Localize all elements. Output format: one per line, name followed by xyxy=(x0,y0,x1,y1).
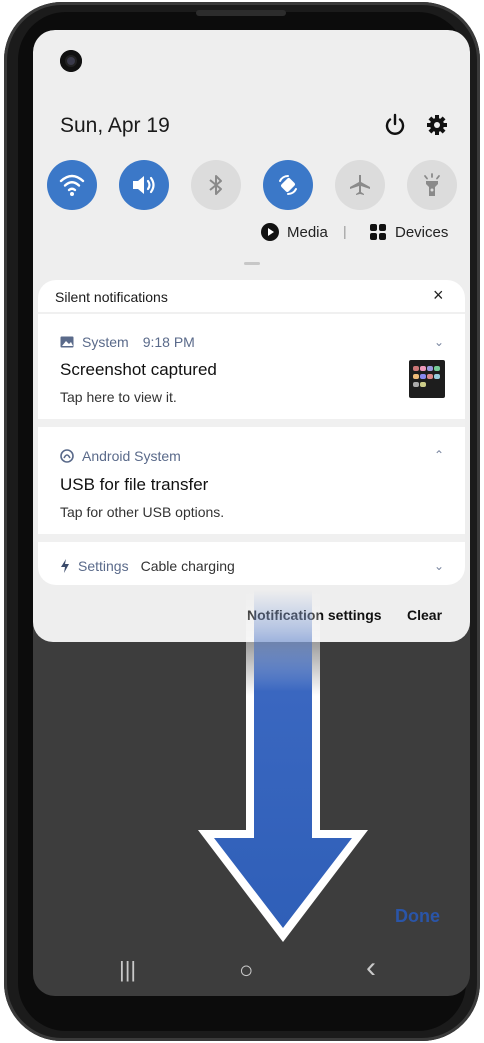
media-label: Media xyxy=(287,223,328,241)
auto-rotate-toggle[interactable] xyxy=(263,160,313,210)
divider xyxy=(38,419,465,427)
devices-label: Devices xyxy=(395,223,449,241)
media-separator: | xyxy=(343,223,347,239)
app-name: System xyxy=(82,334,129,350)
notification-usb-header: Android System xyxy=(60,448,181,464)
divider xyxy=(38,312,465,314)
earpiece xyxy=(196,10,286,16)
bluetooth-icon xyxy=(209,175,222,195)
wifi-toggle[interactable] xyxy=(47,160,97,210)
silent-notifications-title: Silent notifications xyxy=(55,289,168,305)
notification-time: 9:18 PM xyxy=(142,334,195,350)
recents-button[interactable]: ||| xyxy=(119,957,136,983)
screen: Sun, Apr 19 Media | Devices Silent notif… xyxy=(33,30,470,996)
bluetooth-toggle[interactable] xyxy=(191,160,241,210)
image-icon xyxy=(60,336,74,348)
chevron-up-icon[interactable]: ⌃ xyxy=(434,448,444,462)
wifi-icon xyxy=(59,174,85,196)
front-camera xyxy=(60,50,82,72)
screenshot-thumbnail[interactable] xyxy=(409,360,445,398)
flashlight-icon xyxy=(424,173,440,196)
notification-summary: Cable charging xyxy=(140,558,235,574)
chevron-down-icon[interactable]: ⌄ xyxy=(434,335,444,349)
play-icon xyxy=(261,223,279,241)
quick-panel: Sun, Apr 19 Media | Devices Silent notif… xyxy=(33,30,470,642)
sound-toggle[interactable] xyxy=(119,160,169,210)
power-icon[interactable] xyxy=(382,112,408,138)
devices-icon xyxy=(370,224,386,240)
auto-rotate-icon xyxy=(279,175,297,195)
chevron-down-icon[interactable]: ⌄ xyxy=(434,559,444,573)
app-name: Android System xyxy=(82,448,181,464)
notification-title[interactable]: USB for file transfer xyxy=(60,475,208,495)
done-button[interactable]: Done xyxy=(395,906,440,927)
sound-icon xyxy=(133,176,155,194)
airplane-icon xyxy=(350,175,370,195)
panel-drag-handle[interactable] xyxy=(244,262,260,265)
swipe-down-arrow-icon xyxy=(198,590,368,942)
quick-toggles xyxy=(47,160,457,210)
app-name: Settings xyxy=(78,558,129,574)
notification-body[interactable]: Tap here to view it. xyxy=(60,389,177,405)
back-button[interactable]: ‹ xyxy=(366,951,376,985)
notification-title[interactable]: Screenshot captured xyxy=(60,360,217,380)
media-devices-row: Media | Devices xyxy=(33,223,470,247)
divider xyxy=(38,534,465,542)
navigation-bar: ||| ○ ‹ xyxy=(33,945,470,996)
notification-body[interactable]: Tap for other USB options. xyxy=(60,504,224,520)
notification-settings-row[interactable]: Settings Cable charging xyxy=(60,558,235,574)
close-icon[interactable]: × xyxy=(433,285,444,306)
date-label: Sun, Apr 19 xyxy=(60,114,170,137)
devices-button[interactable]: Devices xyxy=(369,223,448,241)
gear-icon[interactable] xyxy=(424,112,450,138)
lightning-icon xyxy=(61,559,69,573)
notification-screenshot-header: System 9:18 PM xyxy=(60,334,195,350)
airplane-toggle[interactable] xyxy=(335,160,385,210)
media-button[interactable]: Media xyxy=(261,223,328,241)
flashlight-toggle[interactable] xyxy=(407,160,457,210)
android-system-icon xyxy=(60,449,74,463)
home-button[interactable]: ○ xyxy=(239,957,254,985)
